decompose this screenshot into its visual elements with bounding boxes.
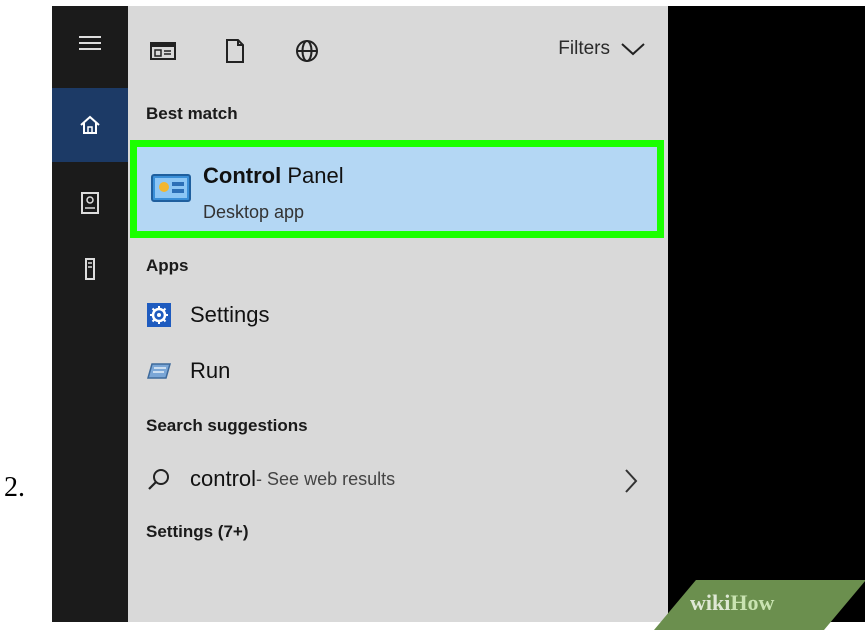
chevron-right-icon[interactable]: [624, 468, 638, 494]
control-panel-icon: [151, 174, 191, 202]
suggestion-term: control: [190, 466, 257, 491]
best-match-subtitle: Desktop app: [203, 202, 305, 222]
device-icon: [85, 258, 95, 280]
left-rail: [52, 6, 128, 622]
web-filter-button[interactable]: [290, 34, 324, 68]
document-icon: [226, 39, 244, 63]
globe-icon: [296, 40, 318, 62]
wikihow-logo-part1: wiki: [690, 590, 731, 615]
home-icon: [80, 115, 100, 134]
best-match-title-rest: Panel: [281, 163, 344, 188]
best-match-result[interactable]: Control Panel Desktop app: [130, 140, 664, 238]
section-search-suggestions: Search suggestions: [146, 416, 308, 435]
app-item-label: Run: [190, 358, 231, 383]
section-best-match: Best match: [146, 104, 238, 123]
app-item-label: Settings: [190, 302, 270, 327]
hamburger-icon: [79, 36, 101, 50]
notebook-icon: [81, 192, 99, 214]
best-match-title: Control Panel: [203, 163, 344, 189]
step-number: 2.: [4, 472, 25, 503]
run-icon: [146, 358, 172, 384]
best-match-title-bold: Control: [203, 163, 282, 188]
home-button[interactable]: [52, 88, 128, 162]
apps-filter-icon: [150, 42, 176, 60]
section-settings-more[interactable]: Settings (7+): [146, 522, 249, 542]
wikihow-logo: wikiHow: [690, 590, 774, 616]
search-icon: [146, 466, 172, 492]
chevron-down-icon: [621, 43, 645, 56]
search-results-panel: Filters Best match Control Panel Desktop…: [128, 6, 668, 622]
filters-dropdown[interactable]: Filters: [558, 38, 646, 60]
search-window: Filters Best match Control Panel Desktop…: [52, 6, 865, 622]
wikihow-logo-part2: How: [730, 590, 775, 615]
app-item-run[interactable]: Run: [146, 358, 230, 384]
apps-filter-button[interactable]: [146, 34, 180, 68]
device-button[interactable]: [52, 232, 128, 306]
documents-filter-button[interactable]: [218, 34, 252, 68]
filters-label: Filters: [558, 38, 610, 59]
suggestion-suffix: - See web results: [256, 468, 396, 489]
menu-button[interactable]: [52, 6, 128, 80]
gear-icon: [146, 302, 172, 328]
section-apps: Apps: [146, 256, 189, 275]
notebook-button[interactable]: [52, 166, 128, 240]
app-item-settings[interactable]: Settings: [146, 302, 270, 328]
suggestion-item[interactable]: control - See web results: [146, 466, 395, 492]
